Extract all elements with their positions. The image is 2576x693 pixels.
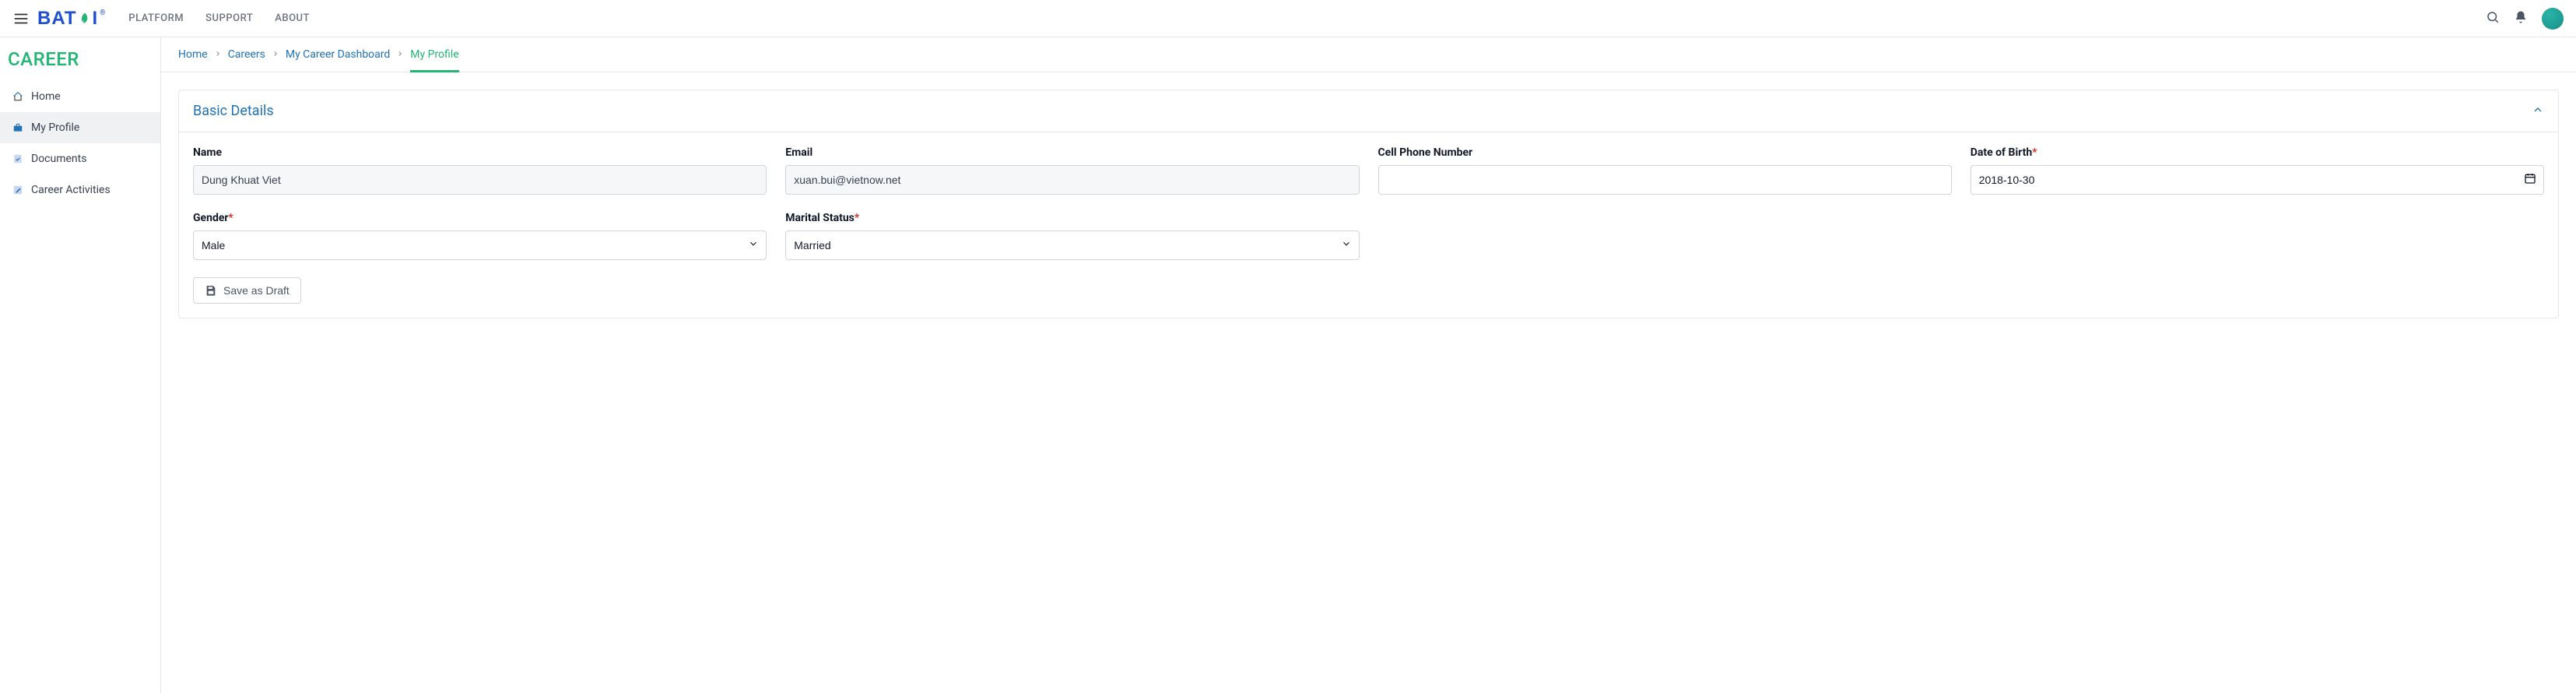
phone-label: Cell Phone Number: [1378, 146, 1952, 159]
registered-mark-icon: ®: [100, 9, 105, 17]
top-nav: PLATFORM SUPPORT ABOUT: [128, 12, 310, 24]
breadcrumb: Home Careers My Career Dashboard My Prof…: [161, 37, 2576, 72]
leaf-icon: [78, 12, 92, 26]
menu-icon[interactable]: [12, 10, 30, 27]
gender-label: Gender*: [193, 212, 767, 224]
sidebar-item-home[interactable]: Home: [0, 81, 160, 112]
bell-icon[interactable]: [2514, 10, 2528, 27]
nav-support[interactable]: SUPPORT: [205, 12, 253, 24]
marital-select[interactable]: Married: [785, 230, 1359, 260]
topbar: BAT I ® PLATFORM SUPPORT ABOUT: [0, 0, 2576, 37]
breadcrumb-home[interactable]: Home: [178, 48, 208, 61]
chevron-right-icon: [272, 48, 279, 61]
chevron-right-icon: [214, 48, 222, 61]
name-field[interactable]: [193, 165, 767, 195]
sidebar: CAREER Home My Profile Documents Career …: [0, 37, 161, 693]
email-field[interactable]: [785, 165, 1359, 195]
breadcrumb-current: My Profile: [410, 48, 458, 61]
sidebar-item-label: Career Activities: [31, 184, 111, 196]
nav-about[interactable]: ABOUT: [275, 12, 310, 24]
save-icon: [205, 284, 217, 297]
breadcrumb-careers[interactable]: Careers: [228, 48, 265, 61]
sidebar-item-documents[interactable]: Documents: [0, 143, 160, 174]
search-icon[interactable]: [2486, 10, 2500, 27]
dob-field[interactable]: [1971, 165, 2544, 195]
main: Home Careers My Career Dashboard My Prof…: [161, 37, 2576, 693]
card-title: Basic Details: [193, 103, 274, 119]
avatar[interactable]: [2542, 8, 2564, 30]
home-icon: [12, 91, 23, 102]
chevron-up-icon: [2532, 104, 2544, 119]
sidebar-item-label: My Profile: [31, 121, 79, 134]
email-label: Email: [785, 146, 1359, 159]
save-draft-button[interactable]: Save as Draft: [193, 277, 301, 304]
phone-field[interactable]: [1378, 165, 1952, 195]
marital-label: Marital Status*: [785, 212, 1359, 224]
breadcrumb-dashboard[interactable]: My Career Dashboard: [286, 48, 390, 61]
chevron-right-icon: [396, 48, 404, 61]
sidebar-title: CAREER: [0, 48, 160, 81]
pencil-square-icon: [12, 185, 23, 195]
brand-logo[interactable]: BAT I ®: [37, 8, 105, 30]
basic-details-card: Basic Details Name Email: [178, 90, 2559, 318]
sidebar-item-label: Documents: [31, 153, 86, 165]
briefcase-icon: [12, 122, 23, 133]
card-header-toggle[interactable]: Basic Details: [179, 90, 2558, 132]
dob-label: Date of Birth*: [1971, 146, 2544, 159]
sidebar-item-career-activities[interactable]: Career Activities: [0, 174, 160, 206]
gender-select[interactable]: Male: [193, 230, 767, 260]
name-label: Name: [193, 146, 767, 159]
sidebar-item-label: Home: [31, 90, 61, 103]
sidebar-item-my-profile[interactable]: My Profile: [0, 112, 160, 143]
nav-platform[interactable]: PLATFORM: [128, 12, 184, 24]
document-check-icon: [12, 153, 23, 164]
